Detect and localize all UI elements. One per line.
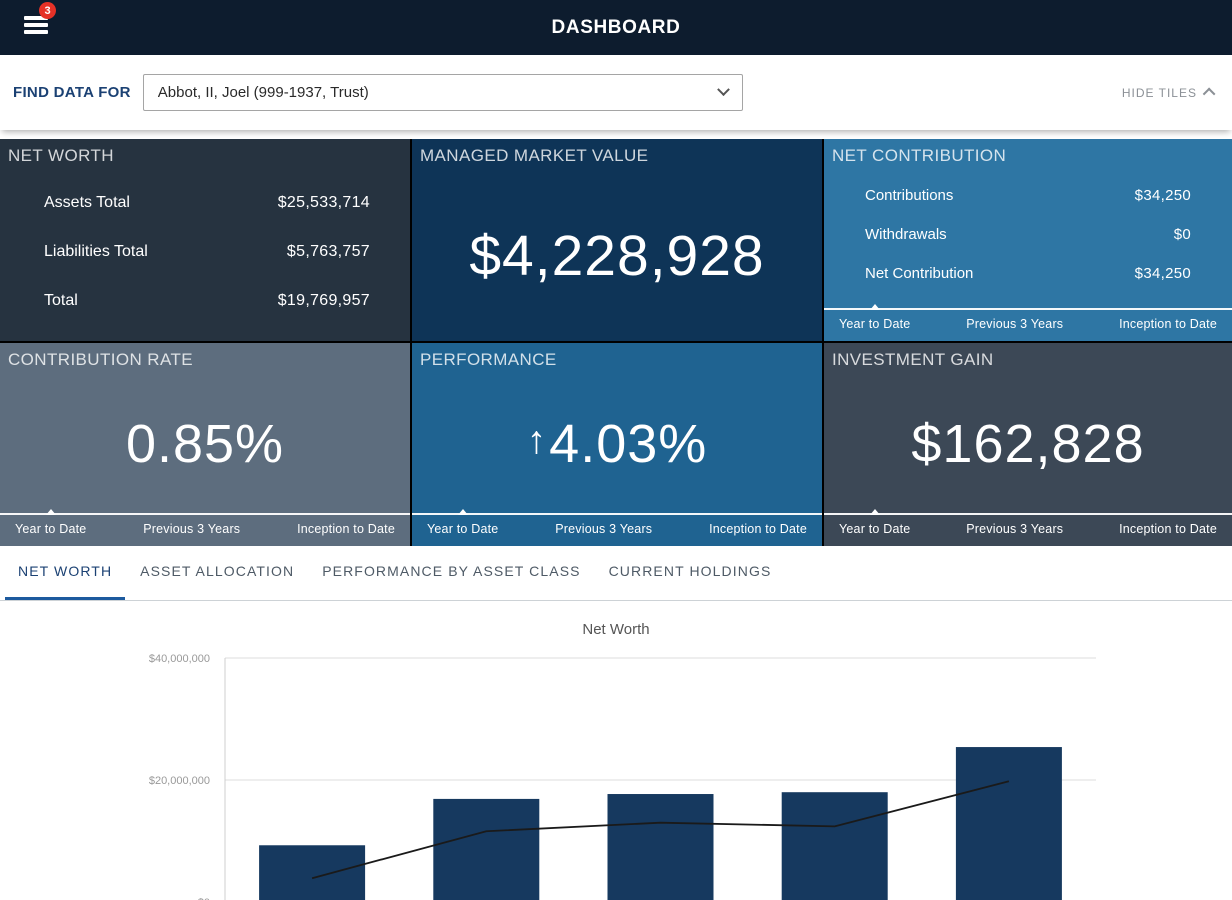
period-tab-previous-3-years[interactable]: Previous 3 Years xyxy=(143,522,240,536)
stat-value: $5,763,757 xyxy=(287,243,370,261)
up-arrow-icon: ↑ xyxy=(527,419,547,463)
stat-value: $19,769,957 xyxy=(278,292,370,310)
hide-tiles-button[interactable]: HIDE TILES xyxy=(1122,86,1215,100)
chevron-up-icon xyxy=(1203,88,1216,101)
tile-net-worth: NET WORTH Assets Total $25,533,714 Liabi… xyxy=(0,139,410,341)
stat-label: Assets Total xyxy=(44,194,130,212)
table-row: Total $19,769,957 xyxy=(0,276,410,325)
period-tab-year-to-date[interactable]: Year to Date xyxy=(15,522,86,536)
performance-number: 4.03% xyxy=(549,413,707,475)
tab-performance-by-asset-class[interactable]: PERFORMANCE BY ASSET CLASS xyxy=(309,546,593,600)
period-tab-year-to-date[interactable]: Year to Date xyxy=(427,522,498,536)
stat-value: $34,250 xyxy=(1135,265,1191,282)
section-tab-bar: NET WORTH ASSET ALLOCATION PERFORMANCE B… xyxy=(0,546,1232,601)
client-dropdown-value: Abbot, II, Joel (999-1937, Trust) xyxy=(158,84,719,101)
table-row: Contributions $34,250 xyxy=(824,176,1232,215)
period-tabs: Year to Date Previous 3 Years Inception … xyxy=(824,308,1232,341)
period-tabs: Year to Date Previous 3 Years Inception … xyxy=(0,513,410,546)
net-worth-bar xyxy=(433,799,539,900)
table-row: Net Contribution $34,250 xyxy=(824,254,1232,293)
chevron-down-icon xyxy=(717,83,730,96)
period-tab-inception-to-date[interactable]: Inception to Date xyxy=(709,522,807,536)
page-title: DASHBOARD xyxy=(552,17,681,39)
tile-title: NET WORTH xyxy=(0,139,410,170)
table-row: Assets Total $25,533,714 xyxy=(0,178,410,227)
net-worth-bar xyxy=(956,747,1062,900)
net-worth-bar xyxy=(608,794,714,900)
svg-text:$20,000,000: $20,000,000 xyxy=(149,775,210,787)
period-tab-previous-3-years[interactable]: Previous 3 Years xyxy=(966,317,1063,331)
filter-bar: FIND DATA FOR Abbot, II, Joel (999-1937,… xyxy=(0,55,1232,130)
tile-title: PERFORMANCE xyxy=(412,343,822,374)
period-tab-year-to-date[interactable]: Year to Date xyxy=(839,522,910,536)
net-worth-chart: $40,000,000$20,000,000$0 xyxy=(0,601,1232,900)
tile-title: CONTRIBUTION RATE xyxy=(0,343,410,374)
tab-asset-allocation[interactable]: ASSET ALLOCATION xyxy=(127,546,307,600)
tile-net-contribution: NET CONTRIBUTION Contributions $34,250 W… xyxy=(824,139,1232,341)
tab-current-holdings[interactable]: CURRENT HOLDINGS xyxy=(596,546,785,600)
tile-investment-gain: INVESTMENT GAIN $162,828 Year to Date Pr… xyxy=(824,343,1232,546)
net-worth-bar xyxy=(259,845,365,900)
period-tab-inception-to-date[interactable]: Inception to Date xyxy=(1119,522,1217,536)
managed-market-value: $4,228,928 xyxy=(412,170,822,341)
find-data-for-label: FIND DATA FOR xyxy=(13,84,131,101)
period-tab-year-to-date[interactable]: Year to Date xyxy=(839,317,910,331)
stat-label: Net Contribution xyxy=(865,265,973,282)
period-tab-previous-3-years[interactable]: Previous 3 Years xyxy=(966,522,1063,536)
period-tabs: Year to Date Previous 3 Years Inception … xyxy=(412,513,822,546)
net-worth-bar xyxy=(782,792,888,900)
investment-gain-value: $162,828 xyxy=(824,374,1232,513)
tile-contribution-rate: CONTRIBUTION RATE 0.85% Year to Date Pre… xyxy=(0,343,410,546)
tile-title: INVESTMENT GAIN xyxy=(824,343,1232,374)
stat-label: Withdrawals xyxy=(865,226,947,243)
period-tab-inception-to-date[interactable]: Inception to Date xyxy=(297,522,395,536)
net-worth-chart-section: Net Worth $40,000,000$20,000,000$0 xyxy=(0,601,1232,900)
stat-value: $34,250 xyxy=(1135,187,1191,204)
tile-grid: NET WORTH Assets Total $25,533,714 Liabi… xyxy=(0,139,1232,546)
hide-tiles-label: HIDE TILES xyxy=(1122,86,1197,100)
notification-badge: 3 xyxy=(39,2,56,19)
client-dropdown[interactable]: Abbot, II, Joel (999-1937, Trust) xyxy=(143,74,743,111)
tile-managed-market-value: MANAGED MARKET VALUE $4,228,928 xyxy=(412,139,822,341)
period-tab-previous-3-years[interactable]: Previous 3 Years xyxy=(555,522,652,536)
stat-label: Liabilities Total xyxy=(44,243,148,261)
stat-label: Contributions xyxy=(865,187,953,204)
stat-value: $0 xyxy=(1174,226,1191,243)
menu-button[interactable]: 3 xyxy=(24,16,50,42)
performance-value: ↑ 4.03% xyxy=(412,374,822,513)
period-tab-inception-to-date[interactable]: Inception to Date xyxy=(1119,317,1217,331)
period-tabs: Year to Date Previous 3 Years Inception … xyxy=(824,513,1232,546)
header-shadow xyxy=(0,130,1232,139)
top-bar: 3 DASHBOARD xyxy=(0,0,1232,55)
net-worth-rows: Assets Total $25,533,714 Liabilities Tot… xyxy=(0,178,410,325)
net-contribution-rows: Contributions $34,250 Withdrawals $0 Net… xyxy=(824,176,1232,293)
tile-title: MANAGED MARKET VALUE xyxy=(412,139,822,170)
dashboard-app: 3 DASHBOARD FIND DATA FOR Abbot, II, Joe… xyxy=(0,0,1232,900)
tile-title: NET CONTRIBUTION xyxy=(824,139,1232,170)
tile-performance: PERFORMANCE ↑ 4.03% Year to Date Previou… xyxy=(412,343,822,546)
table-row: Liabilities Total $5,763,757 xyxy=(0,227,410,276)
contribution-rate-value: 0.85% xyxy=(0,374,410,513)
tab-net-worth[interactable]: NET WORTH xyxy=(5,546,125,600)
stat-value: $25,533,714 xyxy=(278,194,370,212)
stat-label: Total xyxy=(44,292,78,310)
table-row: Withdrawals $0 xyxy=(824,215,1232,254)
svg-text:$40,000,000: $40,000,000 xyxy=(149,653,210,665)
